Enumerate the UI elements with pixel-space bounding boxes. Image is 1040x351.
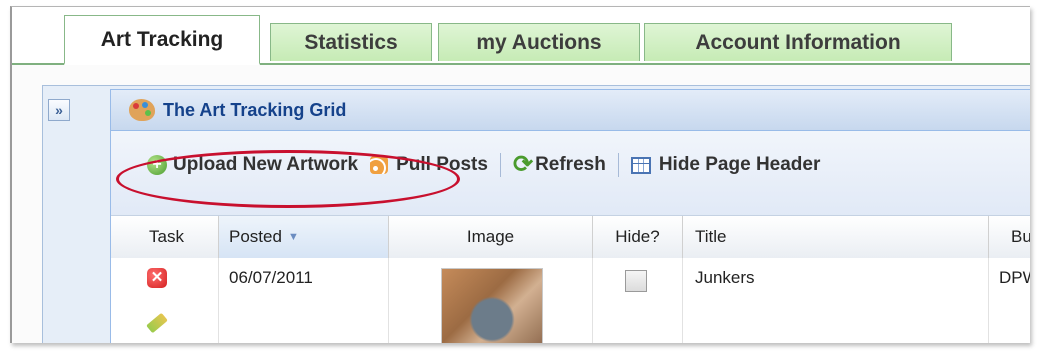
tab-my-auctions[interactable]: my Auctions — [438, 23, 640, 61]
table-row[interactable]: ✕ 06/07/2011 Junkers DPW — [111, 258, 1030, 343]
tab-bar: Art Tracking Statistics my Auctions Acco… — [12, 7, 1030, 65]
delete-icon[interactable]: ✕ — [147, 268, 167, 288]
grid-toolbar: + Upload New Artwork Pull Posts ⟳ Refres… — [111, 144, 1030, 186]
rss-icon — [370, 156, 389, 174]
refresh-icon: ⟳ — [512, 151, 534, 178]
column-header-posted[interactable]: Posted ▼ — [219, 216, 389, 258]
expand-panel-button[interactable]: » — [48, 99, 70, 121]
task-cell: ✕ — [111, 258, 219, 343]
table-icon — [630, 156, 651, 174]
buyer-cell: DPW — [999, 268, 1030, 287]
column-header-image[interactable]: Image — [389, 216, 593, 258]
edit-pencil-icon[interactable] — [146, 312, 168, 334]
toolbar-separator — [617, 153, 619, 177]
panel-title: The Art Tracking Grid — [163, 99, 347, 120]
hide-page-header-button[interactable]: Hide Page Header — [625, 154, 827, 176]
upload-new-artwork-button[interactable]: + Upload New Artwork — [141, 154, 364, 176]
image-cell — [389, 258, 593, 343]
refresh-label: Refresh — [535, 154, 606, 175]
palette-icon — [129, 99, 155, 121]
tab-art-tracking[interactable]: Art Tracking — [64, 15, 260, 65]
column-header-hide[interactable]: Hide? — [593, 216, 683, 258]
double-chevron-right-icon: » — [55, 102, 63, 118]
screenshot-frame: Art Tracking Statistics my Auctions Acco… — [10, 6, 1030, 343]
column-header-buyer[interactable]: Buy — [989, 216, 1030, 258]
tab-account-information[interactable]: Account Information — [644, 23, 952, 61]
artwork-thumbnail[interactable] — [441, 268, 543, 343]
column-header-task[interactable]: Task — [111, 216, 219, 258]
hide-cell — [593, 258, 683, 343]
refresh-button[interactable]: ⟳ Refresh — [507, 153, 612, 177]
upload-button-label: Upload New Artwork — [173, 154, 359, 175]
pull-posts-label: Pull Posts — [396, 154, 488, 175]
grid-column-headers: Task Posted▼ Image Hide? Title Buy — [111, 215, 1030, 259]
toolbar-separator — [499, 153, 501, 177]
column-header-title[interactable]: Title — [683, 216, 989, 258]
hide-header-label: Hide Page Header — [658, 154, 821, 175]
panel-header: The Art Tracking Grid — [111, 90, 1030, 131]
sort-descending-icon: ▼ — [287, 231, 299, 243]
hide-checkbox[interactable] — [625, 270, 647, 292]
posted-cell: 06/07/2011 — [219, 258, 389, 343]
pull-posts-button[interactable]: Pull Posts — [364, 154, 494, 176]
title-cell: Junkers — [683, 258, 989, 343]
art-tracking-grid-panel: The Art Tracking Grid + Upload New Artwo… — [110, 89, 1030, 343]
tab-statistics[interactable]: Statistics — [270, 23, 432, 61]
add-icon: + — [147, 155, 167, 175]
